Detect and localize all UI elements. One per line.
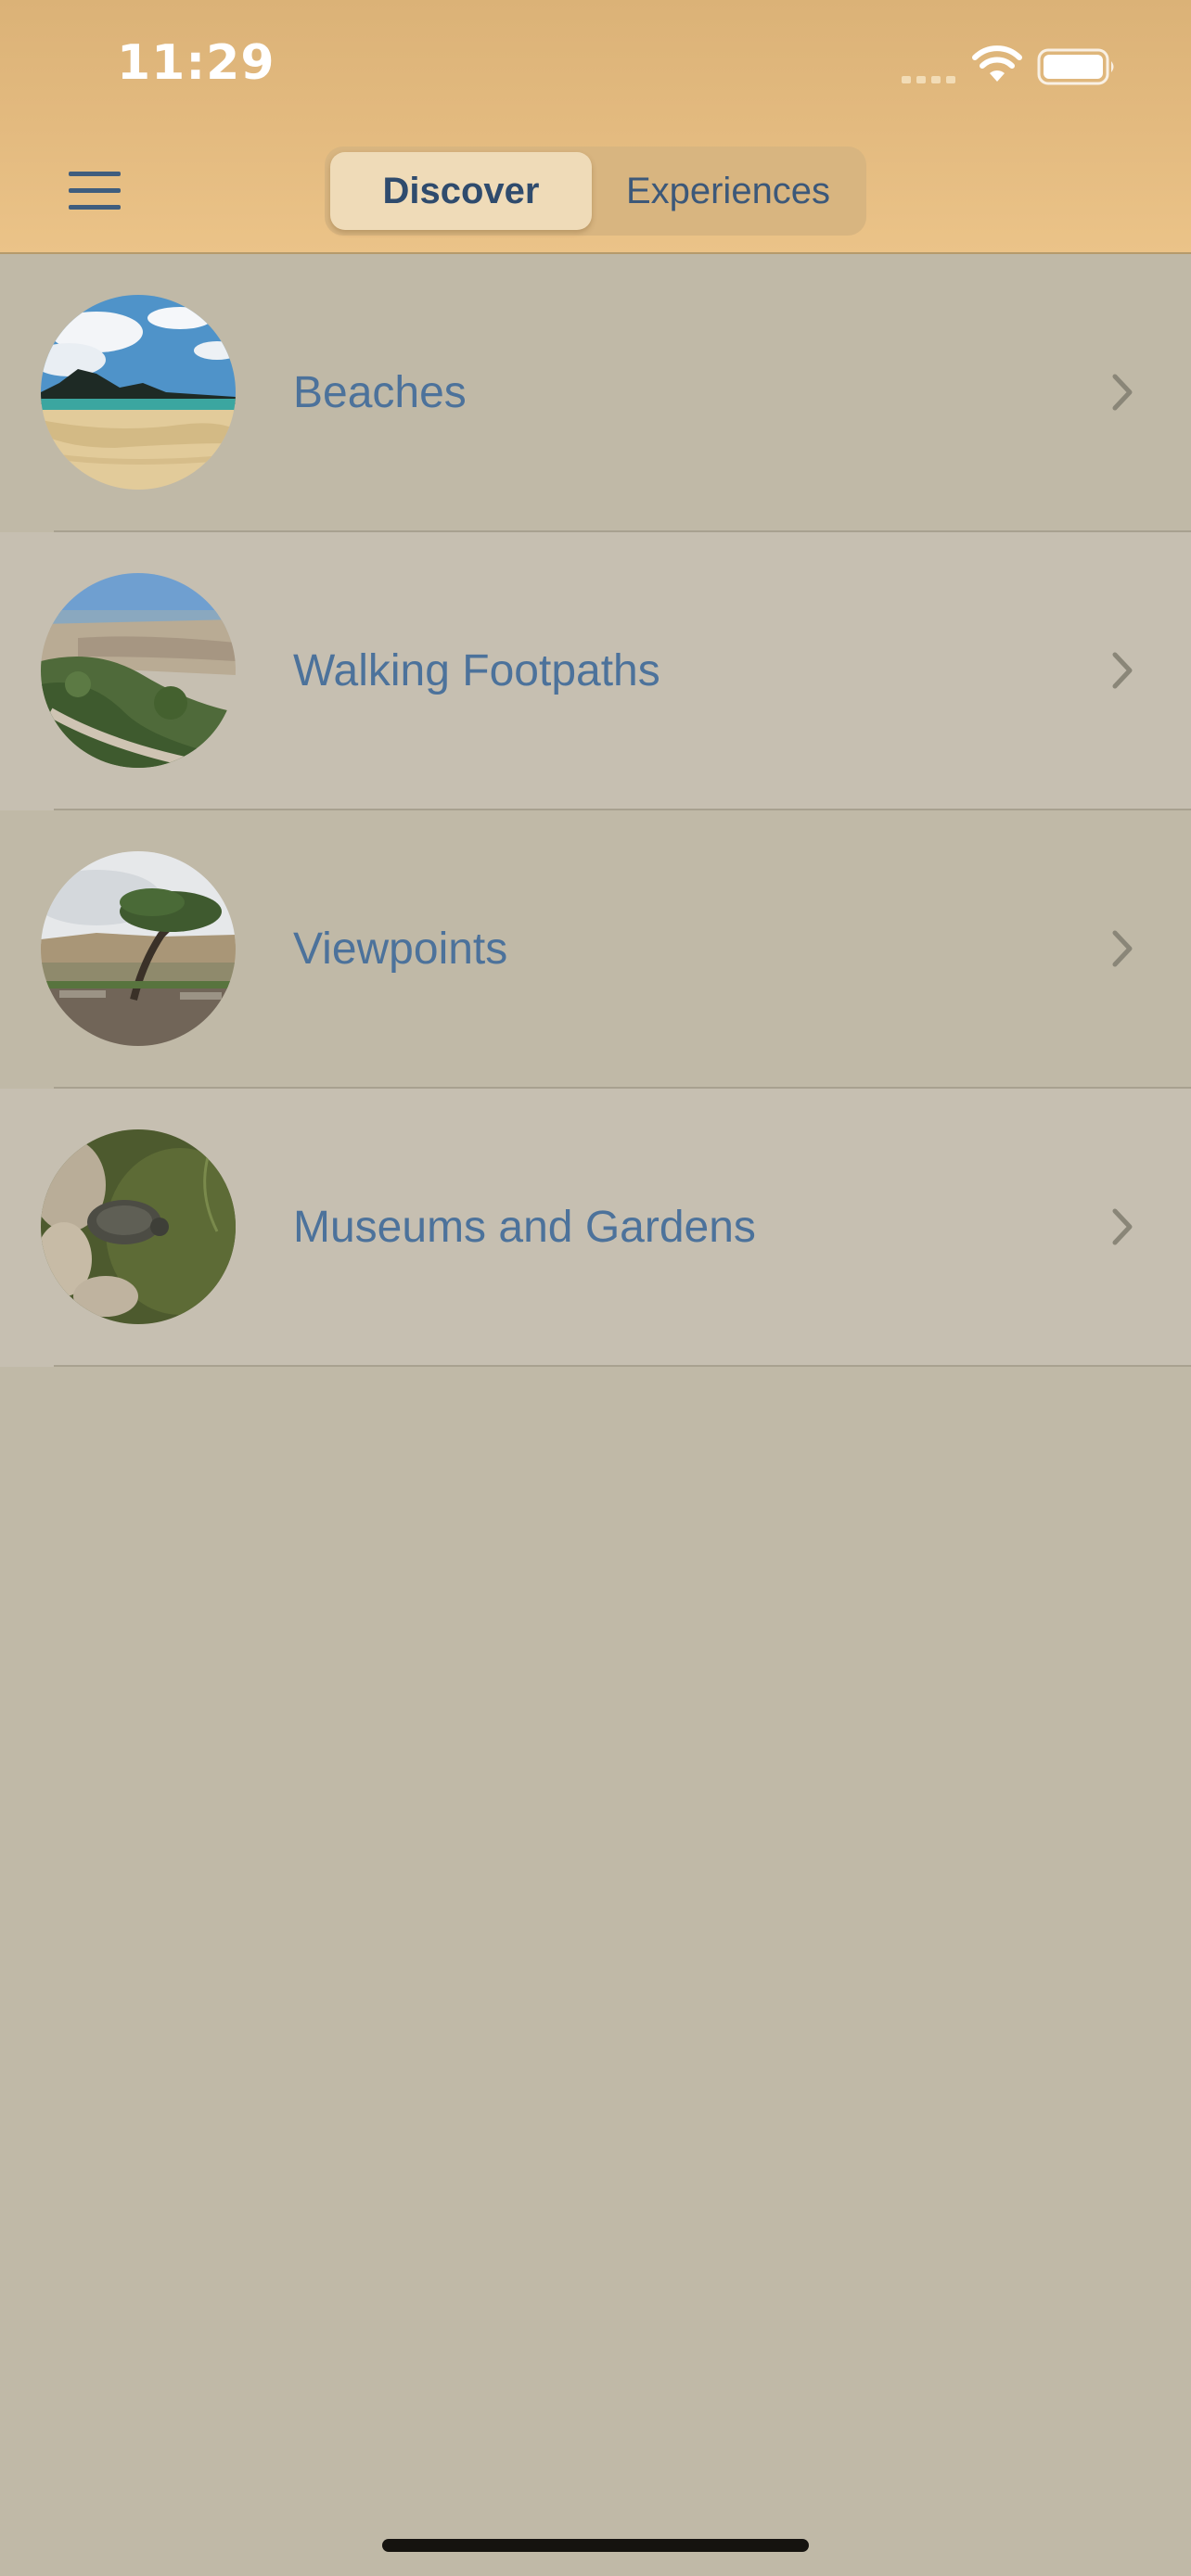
footpath-thumbnail bbox=[41, 573, 236, 768]
segmented-control: Discover Experiences bbox=[325, 147, 866, 236]
chevron-right-icon bbox=[1112, 374, 1133, 411]
home-indicator[interactable] bbox=[382, 2539, 809, 2552]
segment-discover[interactable]: Discover bbox=[330, 152, 592, 230]
hamburger-menu-icon[interactable] bbox=[65, 167, 128, 213]
chevron-right-icon bbox=[1112, 1208, 1133, 1245]
category-label: Museums and Gardens bbox=[293, 1203, 756, 1252]
beach-thumbnail bbox=[41, 295, 236, 490]
battery-icon bbox=[1037, 48, 1114, 85]
navigation-header: 11:29 Discover Experiences bbox=[0, 0, 1191, 254]
wifi-icon bbox=[972, 45, 1022, 82]
menu-line bbox=[69, 172, 121, 176]
list-item-beaches[interactable]: Beaches bbox=[0, 254, 1191, 532]
category-label: Walking Footpaths bbox=[293, 646, 660, 695]
menu-line bbox=[69, 188, 121, 193]
category-list: Beaches Walking Footpaths Viewpoints Mus… bbox=[0, 254, 1191, 1367]
category-label: Viewpoints bbox=[293, 925, 508, 974]
garden-thumbnail bbox=[41, 1129, 236, 1324]
list-item-walking-footpaths[interactable]: Walking Footpaths bbox=[0, 532, 1191, 810]
segment-experiences[interactable]: Experiences bbox=[596, 152, 861, 230]
viewpoint-thumbnail bbox=[41, 851, 236, 1046]
menu-line bbox=[69, 205, 121, 210]
cellular-signal-icon bbox=[902, 76, 955, 83]
list-item-viewpoints[interactable]: Viewpoints bbox=[0, 810, 1191, 1089]
chevron-right-icon bbox=[1112, 930, 1133, 967]
status-bar-time: 11:29 bbox=[117, 35, 275, 91]
chevron-right-icon bbox=[1112, 652, 1133, 689]
row-divider bbox=[54, 1365, 1191, 1367]
list-item-museums-and-gardens[interactable]: Museums and Gardens bbox=[0, 1089, 1191, 1367]
category-label: Beaches bbox=[293, 368, 467, 417]
